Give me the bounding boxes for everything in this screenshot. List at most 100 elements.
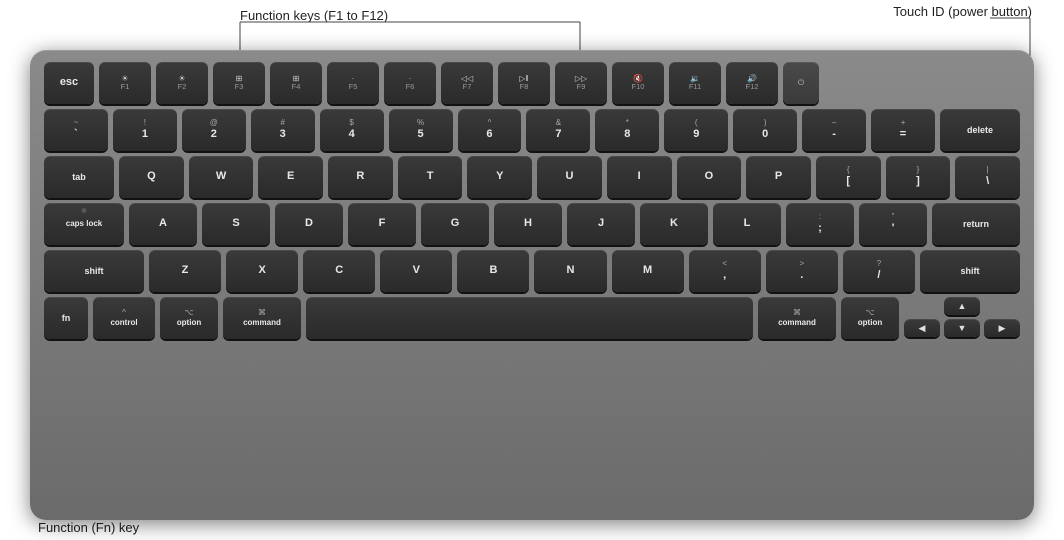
key-d[interactable]: D: [275, 203, 343, 245]
tab-row: tab Q W E R T Y U I O P { [ } ] | \: [44, 156, 1020, 198]
key-slash[interactable]: ? /: [843, 250, 915, 292]
key-option-left[interactable]: ⌥ option: [160, 297, 218, 339]
key-f8[interactable]: ▷‖ F8: [498, 62, 550, 104]
key-f4[interactable]: ⊞ F4: [270, 62, 322, 104]
key-y[interactable]: Y: [467, 156, 532, 198]
key-e[interactable]: E: [258, 156, 323, 198]
key-3[interactable]: # 3: [251, 109, 315, 151]
fn-key-label: Function (Fn) key: [38, 520, 139, 535]
key-c[interactable]: C: [303, 250, 375, 292]
key-shift-right[interactable]: shift: [920, 250, 1020, 292]
key-f7[interactable]: ◁◁ F7: [441, 62, 493, 104]
key-fn[interactable]: fn: [44, 297, 88, 339]
key-9[interactable]: ( 9: [664, 109, 728, 151]
key-f[interactable]: F: [348, 203, 416, 245]
key-backtick[interactable]: ~ `: [44, 109, 108, 151]
key-7[interactable]: & 7: [526, 109, 590, 151]
key-l[interactable]: L: [713, 203, 781, 245]
key-minus[interactable]: – -: [802, 109, 866, 151]
key-return[interactable]: return: [932, 203, 1020, 245]
shift-row: shift Z X C V B N M < , > . ? / shift: [44, 250, 1020, 292]
arrow-left-icon: ◀: [919, 323, 926, 334]
key-shift-left[interactable]: shift: [44, 250, 144, 292]
key-2[interactable]: @ 2: [182, 109, 246, 151]
key-5[interactable]: % 5: [389, 109, 453, 151]
key-comma[interactable]: < ,: [689, 250, 761, 292]
key-f11[interactable]: 🔉 F11: [669, 62, 721, 104]
keyboard: esc ☀ F1 ☀ F2 ⊞ F3 ⊞ F4 · F5: [30, 50, 1034, 520]
tab-label: tab: [72, 172, 86, 183]
key-6[interactable]: ^ 6: [458, 109, 522, 151]
key-arrow-down[interactable]: ▼: [944, 319, 980, 337]
fn-key-annotation: Function (Fn) key: [38, 520, 139, 535]
caps-lock-label: caps lock: [66, 219, 102, 229]
key-h[interactable]: H: [494, 203, 562, 245]
key-space[interactable]: [306, 297, 753, 339]
key-f2[interactable]: ☀ F2: [156, 62, 208, 104]
bottom-row: fn ^ control ⌥ option ⌘ command ⌘ comman…: [44, 297, 1020, 339]
key-i[interactable]: I: [607, 156, 672, 198]
key-4[interactable]: $ 4: [320, 109, 384, 151]
key-bracket-close[interactable]: } ]: [886, 156, 951, 198]
key-8[interactable]: * 8: [595, 109, 659, 151]
command-left-label: command: [243, 318, 281, 328]
key-s[interactable]: S: [202, 203, 270, 245]
key-j[interactable]: J: [567, 203, 635, 245]
key-command-left[interactable]: ⌘ command: [223, 297, 301, 339]
key-control[interactable]: ^ control: [93, 297, 155, 339]
shift-left-label: shift: [85, 266, 104, 277]
key-0[interactable]: ) 0: [733, 109, 797, 151]
key-semicolon[interactable]: : ;: [786, 203, 854, 245]
key-a[interactable]: A: [129, 203, 197, 245]
arrow-top-row: ▲: [904, 297, 1020, 315]
key-esc[interactable]: esc: [44, 62, 94, 104]
keyboard-wrapper: esc ☀ F1 ☀ F2 ⊞ F3 ⊞ F4 · F5: [30, 50, 1034, 520]
esc-label: esc: [60, 76, 78, 89]
delete-label: delete: [967, 125, 993, 136]
key-o[interactable]: O: [677, 156, 742, 198]
function-keys-label: Function keys (F1 to F12): [240, 8, 388, 23]
shift-right-label: shift: [960, 266, 979, 277]
key-q[interactable]: Q: [119, 156, 184, 198]
key-period[interactable]: > .: [766, 250, 838, 292]
key-g[interactable]: G: [421, 203, 489, 245]
key-tab[interactable]: tab: [44, 156, 114, 198]
key-r[interactable]: R: [328, 156, 393, 198]
key-touch-id[interactable]: ⏻: [783, 62, 819, 104]
key-f1[interactable]: ☀ F1: [99, 62, 151, 104]
key-w[interactable]: W: [189, 156, 254, 198]
key-t[interactable]: T: [398, 156, 463, 198]
key-f6[interactable]: · F6: [384, 62, 436, 104]
key-caps-lock[interactable]: caps lock: [44, 203, 124, 245]
key-arrow-up[interactable]: ▲: [944, 297, 980, 315]
caps-row: caps lock A S D F G H J K L : ; " ' retu…: [44, 203, 1020, 245]
touch-id-icon: ⏻: [798, 78, 804, 88]
key-f3[interactable]: ⊞ F3: [213, 62, 265, 104]
number-row: ~ ` ! 1 @ 2 # 3 $ 4 % 5: [44, 109, 1020, 151]
key-x[interactable]: X: [226, 250, 298, 292]
key-command-right[interactable]: ⌘ command: [758, 297, 836, 339]
key-f5[interactable]: · F5: [327, 62, 379, 104]
key-arrow-left[interactable]: ◀: [904, 319, 940, 337]
key-b[interactable]: B: [457, 250, 529, 292]
key-backslash[interactable]: | \: [955, 156, 1020, 198]
key-equals[interactable]: + =: [871, 109, 935, 151]
key-v[interactable]: V: [380, 250, 452, 292]
key-n[interactable]: N: [534, 250, 606, 292]
key-f9[interactable]: ▷▷ F9: [555, 62, 607, 104]
key-z[interactable]: Z: [149, 250, 221, 292]
key-p[interactable]: P: [746, 156, 811, 198]
key-f10[interactable]: 🔇 F10: [612, 62, 664, 104]
return-label: return: [963, 219, 989, 230]
key-option-right[interactable]: ⌥ option: [841, 297, 899, 339]
key-k[interactable]: K: [640, 203, 708, 245]
key-bracket-open[interactable]: { [: [816, 156, 881, 198]
key-delete[interactable]: delete: [940, 109, 1020, 151]
key-arrow-right[interactable]: ▶: [984, 319, 1020, 337]
key-u[interactable]: U: [537, 156, 602, 198]
key-1[interactable]: ! 1: [113, 109, 177, 151]
key-m[interactable]: M: [612, 250, 684, 292]
key-quote[interactable]: " ': [859, 203, 927, 245]
touch-id-annotation: Touch ID (power button): [893, 4, 1032, 19]
key-f12[interactable]: 🔊 F12: [726, 62, 778, 104]
